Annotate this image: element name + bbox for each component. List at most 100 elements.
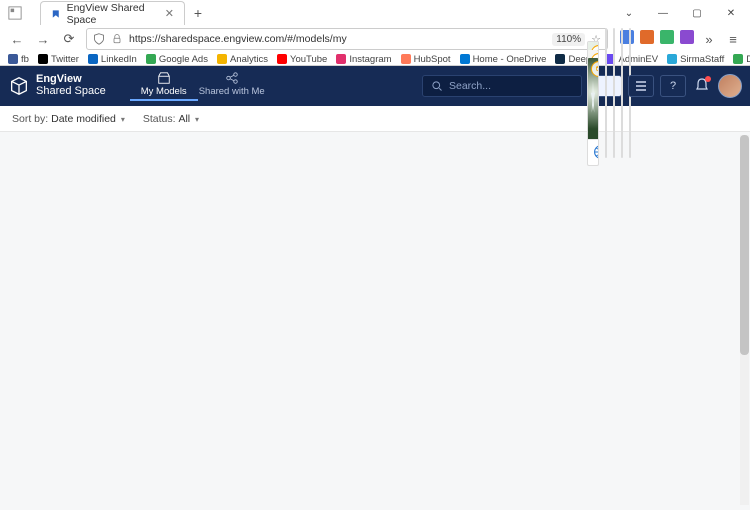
model-footer: Oktoberfest Display •••: [630, 131, 631, 157]
model-card[interactable]: Oatsbar Display •••: [613, 49, 615, 158]
bookmark-icon: [38, 54, 48, 64]
hamburger-icon[interactable]: ≡: [724, 30, 742, 48]
reload-button[interactable]: ⟳: [60, 30, 78, 48]
bookmark-label: SirmaStaff: [680, 54, 724, 65]
bookmark-item[interactable]: HubSpot: [401, 54, 451, 65]
bookmark-label: Instagram: [349, 54, 391, 65]
model-footer: 12_PACK •••: [622, 131, 623, 157]
model-card[interactable]: Snowflake •••: [587, 57, 599, 166]
bookmark-label: Twitter: [51, 54, 79, 65]
bookmark-item[interactable]: LinkedIn: [88, 54, 137, 65]
tab-label: My Models: [141, 86, 187, 97]
ext-icon[interactable]: [660, 30, 674, 44]
logo-icon: [8, 75, 30, 97]
back-button[interactable]: ←: [8, 30, 26, 48]
close-window-button[interactable]: ✕: [714, 2, 748, 24]
bookmark-item[interactable]: Instagram: [336, 54, 391, 65]
lock-icon: [111, 33, 123, 45]
notification-dot: [705, 76, 711, 82]
models-scroll[interactable]: [0, 132, 750, 510]
address-bar-row: ← → ⟳ https://sharedspace.engview.com/#/…: [0, 26, 750, 52]
bookmark-label: Home - OneDrive: [473, 54, 547, 65]
bookmark-label: LinkedIn: [101, 54, 137, 65]
tab-shared-with-me[interactable]: Shared with Me: [198, 71, 266, 101]
bookmark-label: Drupa 2024 - Google S...: [746, 54, 750, 65]
model-footer: 12 pack beer box •••: [606, 131, 607, 157]
browser-chrome: EngView Shared Space ✕ + ⌄ ― ▢ ✕ ← → ⟳ h…: [0, 0, 750, 66]
model-card[interactable]: 12_PACK •••: [621, 49, 623, 158]
new-tab-button[interactable]: +: [187, 5, 209, 21]
scrollbar[interactable]: [740, 135, 749, 505]
bookmark-icon: [667, 54, 677, 64]
model-badge: [591, 61, 599, 77]
url-bar[interactable]: https://sharedspace.engview.com/#/models…: [86, 28, 608, 50]
bookmark-item[interactable]: Analytics: [217, 54, 268, 65]
model-thumbnail: [588, 58, 598, 139]
view-grid-button[interactable]: Beach ••• Beach Tray ••• Desk organizer …: [596, 75, 622, 97]
bookmark-label: Google Ads: [159, 54, 208, 65]
bookmark-icon: [401, 54, 411, 64]
bookmark-icon: [146, 54, 156, 64]
maximize-button[interactable]: ▢: [680, 2, 714, 24]
bookmark-icon: [8, 54, 18, 64]
share-icon: [225, 71, 239, 85]
window-controls: ⌄ ― ▢ ✕: [612, 2, 748, 24]
zoom-level[interactable]: 110%: [552, 33, 585, 46]
scroll-thumb[interactable]: [740, 135, 749, 355]
tab-close-icon[interactable]: ✕: [165, 7, 174, 20]
nav-tabs: My Models Shared with Me: [130, 71, 266, 101]
bookmark-icon: [88, 54, 98, 64]
tab-strip: EngView Shared Space ✕ + ⌄ ― ▢ ✕: [0, 0, 750, 26]
dropdown-icon[interactable]: ⌄: [612, 2, 646, 24]
sort-by[interactable]: Sort by: Date modified ▾: [12, 113, 125, 125]
model-footer: Oatsbar Display •••: [614, 131, 615, 157]
avatar[interactable]: [718, 74, 742, 98]
bookmark-label: fb: [21, 54, 29, 65]
tab-my-models[interactable]: My Models: [130, 71, 198, 101]
bookmark-icon: [217, 54, 227, 64]
chevron-down-icon: ▾: [195, 115, 199, 124]
bookmark-item[interactable]: YouTube: [277, 54, 327, 65]
model-card[interactable]: 12 pack beer box •••: [605, 49, 607, 158]
model-footer: Snowflake •••: [588, 139, 598, 165]
status-value: All: [178, 113, 190, 125]
bookmark-item[interactable]: SirmaStaff: [667, 54, 724, 65]
bookmark-icon: [277, 54, 287, 64]
bookmark-item[interactable]: Twitter: [38, 54, 79, 65]
bookmark-label: AdminEV: [618, 54, 658, 65]
bookmark-item[interactable]: Google Ads: [146, 54, 208, 65]
view-list-button[interactable]: [628, 75, 654, 97]
ext-icon[interactable]: [640, 30, 654, 44]
bookmark-item[interactable]: Drupa 2024 - Google S...: [733, 54, 750, 65]
search-input[interactable]: Search...: [422, 75, 582, 97]
chevron-down-icon: ▾: [121, 115, 125, 124]
bookmark-icon: [733, 54, 743, 64]
minimize-button[interactable]: ―: [646, 2, 680, 24]
forward-button[interactable]: →: [34, 30, 52, 48]
list-icon: [635, 80, 647, 92]
app-menu-icon[interactable]: [8, 6, 22, 20]
browser-tab[interactable]: EngView Shared Space ✕: [40, 1, 185, 25]
bookmark-icon: [555, 54, 565, 64]
help-button[interactable]: ?: [660, 75, 686, 97]
bookmark-icon: [336, 54, 346, 64]
bookmark-icon: [460, 54, 470, 64]
ext-icon[interactable]: [680, 30, 694, 44]
overflow-icon[interactable]: »: [700, 30, 718, 48]
status-filter[interactable]: Status: All ▾: [143, 113, 199, 125]
model-card[interactable]: Oktoberfest Display •••: [629, 49, 631, 158]
search-placeholder: Search...: [449, 80, 491, 92]
brand: EngView Shared Space: [36, 74, 106, 97]
model-shape: [591, 80, 595, 116]
header-actions: Beach ••• Beach Tray ••• Desk organizer …: [596, 74, 742, 98]
app-header: EngView Shared Space My Models Shared wi…: [0, 66, 750, 106]
notifications-button[interactable]: [692, 77, 712, 96]
bookmark-item[interactable]: Home - OneDrive: [460, 54, 547, 65]
cube-icon: [595, 64, 600, 73]
bookmark-label: Analytics: [230, 54, 268, 65]
help-icon: ?: [670, 80, 676, 92]
bookmark-item[interactable]: fb: [8, 54, 29, 65]
extensions: » ≡: [620, 30, 742, 48]
search-icon: [431, 80, 443, 92]
brand-bottom: Shared Space: [36, 86, 106, 98]
